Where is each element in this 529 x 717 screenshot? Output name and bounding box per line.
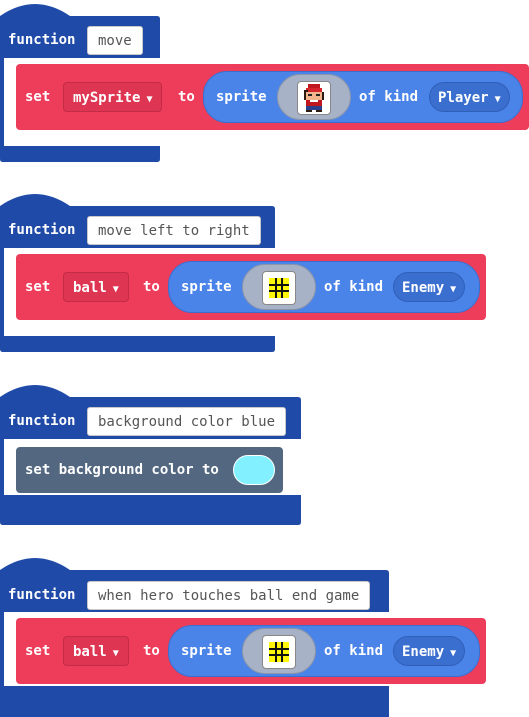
kind-name: Enemy (402, 280, 445, 296)
of-kind-label: of kind (359, 89, 419, 105)
function-block-background-color-blue[interactable]: function background color blue set backg… (0, 381, 529, 531)
sprite-image-well[interactable] (242, 264, 316, 310)
sprite-label: sprite (181, 279, 232, 295)
sprite-image-well[interactable] (277, 74, 351, 120)
function-keyword: function (8, 222, 76, 238)
kind-dropdown[interactable]: Player ▼ (429, 82, 510, 112)
caret-down-icon: ▼ (146, 94, 153, 105)
variable-dropdown[interactable]: mySprite ▼ (63, 82, 163, 112)
set-background-color-label: set background color to (25, 462, 219, 478)
function-keyword: function (8, 32, 76, 48)
variable-name: ball (73, 280, 107, 296)
function-block-move-left-to-right[interactable]: function move left to right set ball ▼ to… (0, 190, 529, 355)
set-label: set (25, 643, 51, 659)
set-background-color-block[interactable]: set background color to (16, 447, 283, 493)
color-picker-swatch[interactable] (233, 455, 275, 485)
variable-dropdown[interactable]: ball ▼ (63, 272, 129, 302)
to-label: to (143, 643, 160, 659)
sprite-image-well[interactable] (242, 628, 316, 674)
hash-sprite-icon (262, 271, 296, 305)
hash-sprite-icon (262, 635, 296, 669)
kind-name: Player (438, 90, 489, 106)
variable-name: mySprite (73, 90, 141, 106)
caret-down-icon: ▼ (450, 284, 457, 295)
function-name-field[interactable]: background color blue (87, 407, 287, 436)
sprite-label: sprite (216, 89, 267, 105)
caret-down-icon: ▼ (112, 284, 119, 295)
function-block-when-hero-touches-ball-end-game[interactable]: function when hero touches ball end game… (0, 554, 529, 717)
function-name-field[interactable]: move left to right (87, 216, 261, 245)
variable-dropdown[interactable]: ball ▼ (63, 636, 129, 666)
set-sprite-block[interactable]: set ball ▼ to sprite of kind Enemy ▼ (16, 618, 486, 684)
caret-down-icon: ▼ (112, 648, 119, 659)
caret-down-icon: ▼ (450, 648, 457, 659)
sprite-of-kind-block[interactable]: sprite of kind Enemy ▼ (168, 261, 480, 313)
kind-dropdown[interactable]: Enemy ▼ (393, 272, 466, 302)
kind-name: Enemy (402, 644, 445, 660)
caret-down-icon: ▼ (494, 94, 501, 105)
set-label: set (25, 89, 51, 105)
variable-name: ball (73, 644, 107, 660)
to-label: to (178, 89, 195, 105)
function-block-move[interactable]: function move set mySprite ▼ to sprite o… (0, 0, 529, 165)
set-sprite-block[interactable]: set ball ▼ to sprite of kind Enemy ▼ (16, 254, 486, 320)
hero-sprite-icon (297, 81, 331, 115)
set-label: set (25, 279, 51, 295)
function-name-field[interactable]: move (87, 26, 143, 55)
set-sprite-block[interactable]: set mySprite ▼ to sprite of kind Player … (16, 64, 529, 130)
function-name-field[interactable]: when hero touches ball end game (87, 581, 371, 610)
sprite-of-kind-block[interactable]: sprite of kind Player ▼ (203, 71, 523, 123)
sprite-label: sprite (181, 643, 232, 659)
to-label: to (143, 279, 160, 295)
of-kind-label: of kind (324, 643, 384, 659)
function-keyword: function (8, 413, 76, 429)
sprite-of-kind-block[interactable]: sprite of kind Enemy ▼ (168, 625, 480, 677)
of-kind-label: of kind (324, 279, 384, 295)
function-keyword: function (8, 587, 76, 603)
kind-dropdown[interactable]: Enemy ▼ (393, 636, 466, 666)
